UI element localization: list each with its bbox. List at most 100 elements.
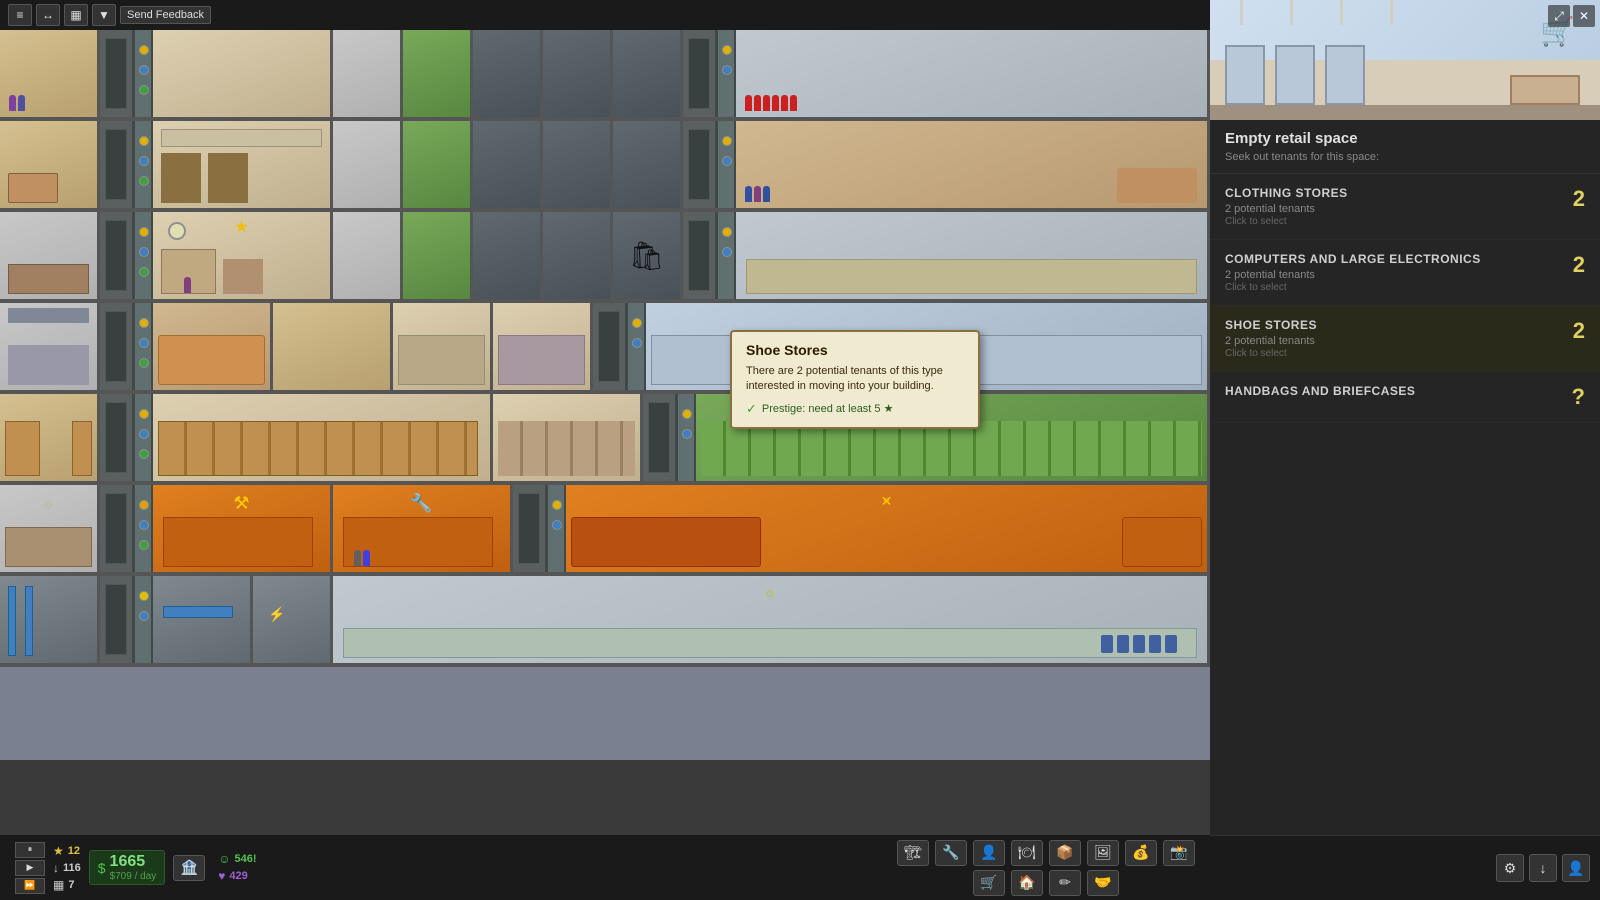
elevator-f2 [100,121,135,208]
image-button[interactable]: 🖼 [1087,840,1119,866]
tenant-info-handbags: HANDBAGS AND BRIEFCASES [1225,384,1562,401]
room-f2-green[interactable] [403,121,473,208]
util-col2-f3 [718,212,736,299]
room-f6-maint2[interactable]: 🔧 [333,485,513,572]
bank-button[interactable]: 🏦 [173,855,205,881]
room-f6-maint1[interactable]: ⚒ [153,485,333,572]
room-f3-dark1[interactable] [473,212,543,299]
staff-button[interactable]: 👤 [973,840,1005,866]
room-f4-cl[interactable] [393,303,493,390]
pause-button[interactable]: ⏸ [15,842,45,858]
room-f7-1[interactable] [0,576,100,663]
happiness-icon: ♥ [218,869,225,883]
repair-button[interactable]: 🔧 [935,840,967,866]
room-f4-off[interactable] [273,303,393,390]
room-clothes-f1[interactable] [153,30,333,117]
room-office-f1-1[interactable] [0,30,100,117]
floor-icon: ▦ [53,878,64,892]
util-col-f4 [135,303,153,390]
food-button[interactable]: 🍽 [1011,840,1043,866]
room-empty-f3[interactable] [736,212,1210,299]
room-f3-dark3[interactable]: 🛍 [613,212,683,299]
user-side-button[interactable]: 👤 [1562,854,1590,882]
room-f4-food[interactable] [153,303,273,390]
tenant-item-shoes[interactable]: SHOE STORES 2 potential tenants Click to… [1210,306,1600,372]
tool-row-2: 🛒 🏠 ✏ 🤝 [973,870,1119,896]
room-gray-f1[interactable] [333,30,403,117]
room-f5-shop[interactable] [493,394,643,481]
room-f7-lobby[interactable]: ☼ [333,576,1210,663]
room-dark-f1[interactable] [473,30,543,117]
tenant-item-computers[interactable]: COMPUTERS AND LARGE ELECTRONICS 2 potent… [1210,240,1600,306]
close-panel-button[interactable]: ✕ [1573,5,1595,27]
tenant-item-clothing[interactable]: CLOTHING STORES 2 potential tenants Clic… [1210,174,1600,240]
handbags-number: ? [1572,384,1585,410]
room-green-f1[interactable] [403,30,473,117]
room-f2-dark2[interactable] [543,121,613,208]
fast-forward-button[interactable]: ⏩ [15,878,45,894]
room-f6-1[interactable]: ☼ [0,485,100,572]
edit-button[interactable]: ✏ [1049,870,1081,896]
cargo-button[interactable]: 📦 [1049,840,1081,866]
room-f3-1[interactable] [0,212,100,299]
floor-1 [0,30,1210,121]
room-f2-dark1[interactable] [473,121,543,208]
feedback-button[interactable]: Send Feedback [120,6,211,24]
handbags-name: HANDBAGS AND BRIEFCASES [1225,384,1562,398]
room-f4-cl2[interactable] [493,303,593,390]
room-f2-gray[interactable] [333,121,403,208]
photo-button[interactable]: 📸 [1163,840,1195,866]
room-dark3-f1[interactable] [613,30,683,117]
room-f4-1[interactable] [0,303,100,390]
room-f3-office[interactable]: ★ [153,212,333,299]
room-f3-green[interactable] [403,212,473,299]
dropdown-button[interactable]: ▼ [92,4,116,26]
tenant-item-handbags[interactable]: HANDBAGS AND BRIEFCASES ? [1210,372,1600,423]
elevator2-f2 [683,121,718,208]
shoes-number: 2 [1573,318,1585,344]
secondary-stats: ☺ 546! ♥ 429 [218,852,256,883]
room-f3-gray[interactable] [333,212,403,299]
elevator-f5 [100,394,135,481]
computers-number: 2 [1573,252,1585,278]
grid-button[interactable]: ▦ [64,4,88,26]
room-f3-dark2[interactable] [543,212,613,299]
floor-5 [0,394,1210,485]
cart-button[interactable]: 🛒 [973,870,1005,896]
play-button[interactable]: ▶ [15,860,45,876]
shoes-action: Click to select [1225,348,1563,359]
handshake-button[interactable]: 🤝 [1087,870,1119,896]
room-f5-1[interactable] [0,394,100,481]
room-food-f2[interactable] [736,121,1210,208]
population-icon: ↓ [53,861,59,875]
room-clothes-f2[interactable] [153,121,333,208]
settings-side-button[interactable]: ⚙ [1496,854,1524,882]
building-world: ★ 🛍 [0,30,1210,760]
layout-button[interactable]: ↔ [36,4,60,26]
tooltip-requirement: ✓ Prestige: need at least 5 ★ [746,401,964,417]
shoe-store-icon: 🛍 [629,239,665,272]
home-button[interactable]: 🏠 [1011,870,1043,896]
money-icon: $ [98,860,106,876]
download-side-button[interactable]: ↓ [1529,854,1557,882]
room-empty-f1[interactable] [736,30,1210,117]
floor-stat-row: ▦ 7 [53,878,81,892]
finance-button[interactable]: 💰 [1125,840,1157,866]
customer-count: 546! [235,853,257,865]
build-button[interactable]: 🏗 [897,840,929,866]
expand-preview-button[interactable]: ⤢ [1548,5,1570,27]
pop-stat-row: ↓ 116 [53,861,81,875]
population-count: 116 [63,862,81,874]
panel-subtitle: Seek out tenants for this space: [1225,151,1585,163]
room-f2-dark3[interactable] [613,121,683,208]
room-dark2-f1[interactable] [543,30,613,117]
util-col-f7 [135,576,153,663]
room-f5-supermarket[interactable] [153,394,493,481]
room-f2-1[interactable] [0,121,100,208]
menu-button[interactable]: ≡ [8,4,32,26]
room-f6-laundry[interactable]: ✕ ☼ [566,485,1210,572]
happiness-row: ♥ 429 [218,869,256,883]
floor-3: ★ 🛍 [0,212,1210,303]
room-f7-pipe[interactable] [153,576,253,663]
room-f7-elec[interactable]: ⚡ [253,576,333,663]
